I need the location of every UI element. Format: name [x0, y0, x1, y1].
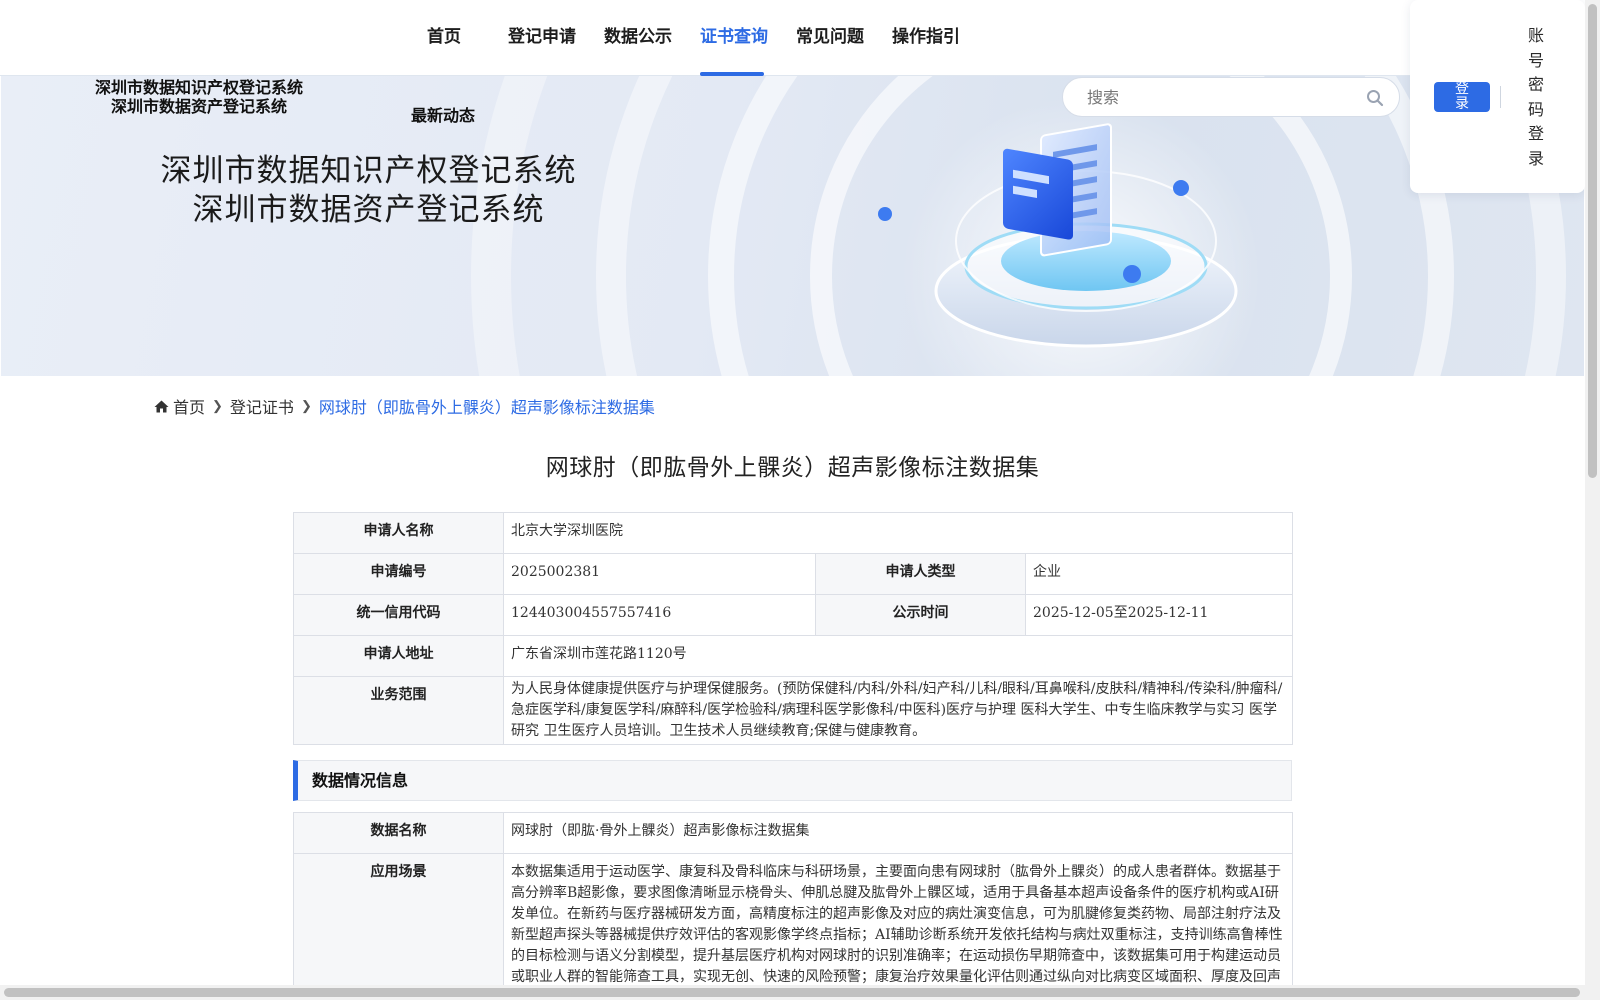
nav-item-certificate-query[interactable]: 证书查询 — [700, 0, 768, 76]
latest-news-link[interactable]: 最新动态 — [411, 102, 475, 126]
banner-title-line-2: 深圳市数据资产登记系统 — [192, 192, 545, 228]
applicant-name-value: 北京大学深圳医院 — [502, 512, 1294, 554]
data-name-label: 数据名称 — [293, 812, 504, 854]
nav-item-faq[interactable]: 常见问题 — [796, 0, 864, 76]
nav-item-register-apply[interactable]: 登记申请 — [508, 0, 576, 76]
chevron-right-icon: ❯ — [300, 398, 312, 414]
login-panel: 登录 账号密码登录 — [1410, 0, 1585, 193]
banner-title-line-1: 深圳市数据知识产权登记系统 — [160, 153, 577, 189]
applicant-type-label: 申请人类型 — [815, 553, 1026, 595]
logo-line-2: 深圳市数据资产登记系统 — [110, 97, 287, 116]
applicant-address-value: 广东省深圳市莲花路1120号 — [502, 635, 1294, 677]
horizontal-scrollbar[interactable] — [0, 985, 1585, 1000]
publicity-time-value: 2025-12-05至2025-12-11 — [1024, 594, 1294, 636]
search-box — [1062, 77, 1400, 117]
nav-item-operation-guide[interactable]: 操作指引 — [892, 0, 960, 76]
horizontal-scrollbar-thumb[interactable] — [4, 988, 1580, 997]
vertical-scrollbar-thumb[interactable] — [1588, 4, 1597, 478]
table-row: 数据名称 网球肘（即肱·骨外上髁炎）超声影像标注数据集 — [293, 812, 1293, 854]
hero-banner: 深圳市数据知识产权登记系统 深圳市数据资产登记系统 最新动态 深圳市数据知识产权… — [1, 76, 1584, 376]
home-icon — [154, 400, 169, 412]
search-icon[interactable] — [1365, 88, 1385, 108]
application-number-value: 2025002381 — [503, 553, 816, 595]
application-scenario-value: 本数据集适用于运动医学、康复科及骨科临床与科研场景，主要面向患有网球肘（肱骨外上… — [503, 853, 1293, 1000]
nav-item-home[interactable]: 首页 — [426, 0, 462, 76]
table-row: 申请人名称 北京大学深圳医院 — [293, 512, 1294, 554]
publicity-time-label: 公示时间 — [815, 594, 1026, 636]
nav-item-data-publicity[interactable]: 数据公示 — [604, 0, 672, 76]
breadcrumb: 首页 ❯ 登记证书 ❯ 网球肘（即肱骨外上髁炎）超声影像标注数据集 — [154, 394, 655, 418]
breadcrumb-current: 网球肘（即肱骨外上髁炎）超声影像标注数据集 — [318, 398, 655, 417]
business-scope-value: 为人民身体健康提供医疗与护理保健服务。(预防保健科/内科/外科/妇产科/儿科/眼… — [502, 676, 1294, 745]
applicant-name-label: 申请人名称 — [293, 512, 504, 554]
applicant-address-label: 申请人地址 — [293, 635, 504, 677]
applicant-info-table: 申请人名称 北京大学深圳医院 申请编号 2025002381 申请人类型 企业 … — [293, 512, 1294, 745]
table-row: 应用场景 本数据集适用于运动医学、康复科及骨科临床与科研场景，主要面向患有网球肘… — [293, 853, 1293, 1000]
table-row: 申请人地址 广东省深圳市莲花路1120号 — [293, 635, 1294, 677]
site-logo-text[interactable]: 深圳市数据知识产权登记系统 深圳市数据资产登记系统 — [93, 78, 305, 116]
breadcrumb-certificates[interactable]: 登记证书 — [230, 394, 294, 418]
business-scope-label: 业务范围 — [293, 676, 504, 745]
data-info-table: 数据名称 网球肘（即肱·骨外上髁炎）超声影像标注数据集 应用场景 本数据集适用于… — [293, 812, 1293, 1000]
search-input[interactable] — [1087, 86, 1357, 108]
login-button[interactable]: 登录 — [1434, 82, 1490, 112]
applicant-type-value: 企业 — [1024, 553, 1294, 595]
chevron-right-icon: ❯ — [212, 398, 223, 414]
password-login-link[interactable]: 账号密码登录 — [1528, 24, 1546, 171]
application-scenario-label: 应用场景 — [293, 853, 504, 1000]
banner-title: 深圳市数据知识产权登记系统 深圳市数据资产登记系统 — [156, 152, 581, 230]
breadcrumb-home[interactable]: 首页 — [173, 394, 205, 418]
logo-line-1: 深圳市数据知识产权登记系统 — [94, 78, 303, 97]
table-row: 统一信用代码 124403004557557416 公示时间 2025-12-0… — [293, 594, 1294, 636]
table-row: 申请编号 2025002381 申请人类型 企业 — [293, 553, 1294, 595]
login-divider — [1500, 86, 1501, 108]
credit-code-label: 统一信用代码 — [293, 594, 504, 636]
table-row: 业务范围 为人民身体健康提供医疗与护理保健服务。(预防保健科/内科/外科/妇产科… — [293, 676, 1294, 745]
page-title: 网球肘（即肱骨外上髁炎）超声影像标注数据集 — [545, 455, 1040, 481]
data-name-value: 网球肘（即肱·骨外上髁炎）超声影像标注数据集 — [503, 812, 1293, 854]
application-number-label: 申请编号 — [293, 553, 504, 595]
vertical-scrollbar[interactable] — [1585, 0, 1600, 1000]
data-info-section-heading: 数据情况信息 — [293, 760, 1292, 801]
credit-code-value: 124403004557557416 — [503, 594, 816, 636]
top-nav: 首页 登记申请 数据公示 证书查询 常见问题 操作指引 — [0, 0, 1585, 76]
